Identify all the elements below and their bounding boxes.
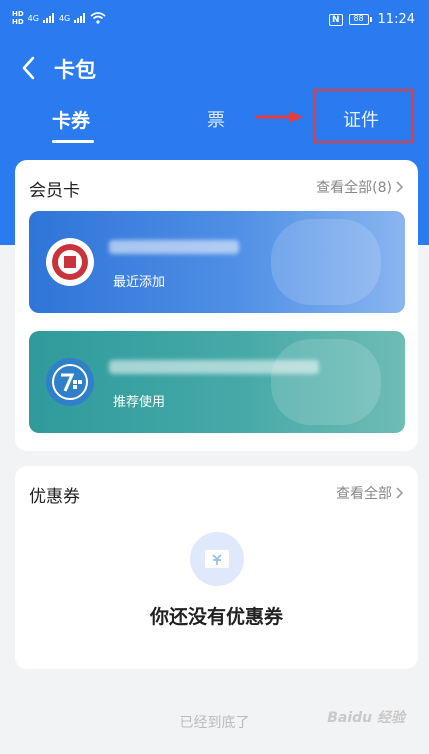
card-logo-icon [46,358,94,406]
hd-tag-1: HD [12,10,24,18]
battery-icon: 88 [348,14,372,25]
tab-piao-label: 票 [207,110,225,131]
card-logo-icon [46,238,94,286]
coupon-view-all-label: 查看全部 [336,486,392,502]
coupon-empty-text: 你还没有优惠券 [149,606,283,628]
annotation-arrow-icon [255,111,303,123]
active-tab-indicator [52,140,94,143]
status-left: HD HD 4G 4G [12,10,106,26]
coupon-view-all[interactable]: 查看全部 [336,483,404,503]
coupon-empty-icon [190,532,244,586]
chevron-right-icon [396,181,404,193]
clock: 11:24 [377,12,415,27]
card-decoration [271,219,381,305]
network-label-2: 4G [58,13,71,23]
battery-level: 88 [348,14,369,25]
card-subtitle: 推荐使用 [113,395,166,410]
member-section-title: 会员卡 [29,181,80,201]
status-right: N 88 11:24 [328,12,415,27]
coupon-section-title: 优惠券 [29,487,80,507]
card-name-blurred [109,360,319,374]
signal-icon [42,13,54,23]
tab-zhengjian-label: 证件 [343,110,379,131]
tab-bar: 卡券 票 证件 [0,89,429,150]
wifi-icon [90,12,106,24]
tab-kaquan-label: 卡券 [52,110,91,132]
member-view-all-label: 查看全部(8) [316,180,392,196]
card-name-blurred [109,240,239,254]
tab-zhengjian[interactable]: 证件 [343,106,379,132]
chevron-right-icon [396,487,404,499]
card-subtitle: 最近添加 [113,275,166,290]
nfc-icon: N [328,13,343,26]
watermark: Baidu 经验 [327,710,405,726]
signal-icon-2 [74,13,86,23]
hd-tag-2: HD [12,18,24,26]
hd-tags: HD HD [12,10,24,26]
top-bar: 卡包 [0,48,429,88]
member-card-2[interactable]: 推荐使用 [29,331,405,433]
card-decoration [271,339,381,425]
coupon-section: 优惠券 查看全部 你还没有优惠券 [15,466,418,669]
page-title: 卡包 [54,58,96,82]
tab-piao[interactable]: 票 [207,106,225,132]
tab-kaquan[interactable]: 卡券 [52,106,94,143]
member-card-1[interactable]: 最近添加 [29,211,405,313]
member-view-all[interactable]: 查看全部(8) [316,177,404,197]
network-label-1: 4G [27,13,39,23]
member-card-section: 会员卡 查看全部(8) 最近添加 推荐使用 [15,160,418,451]
status-bar: HD HD 4G 4G N 88 11:24 [0,0,429,40]
back-arrow-icon[interactable] [18,54,40,82]
